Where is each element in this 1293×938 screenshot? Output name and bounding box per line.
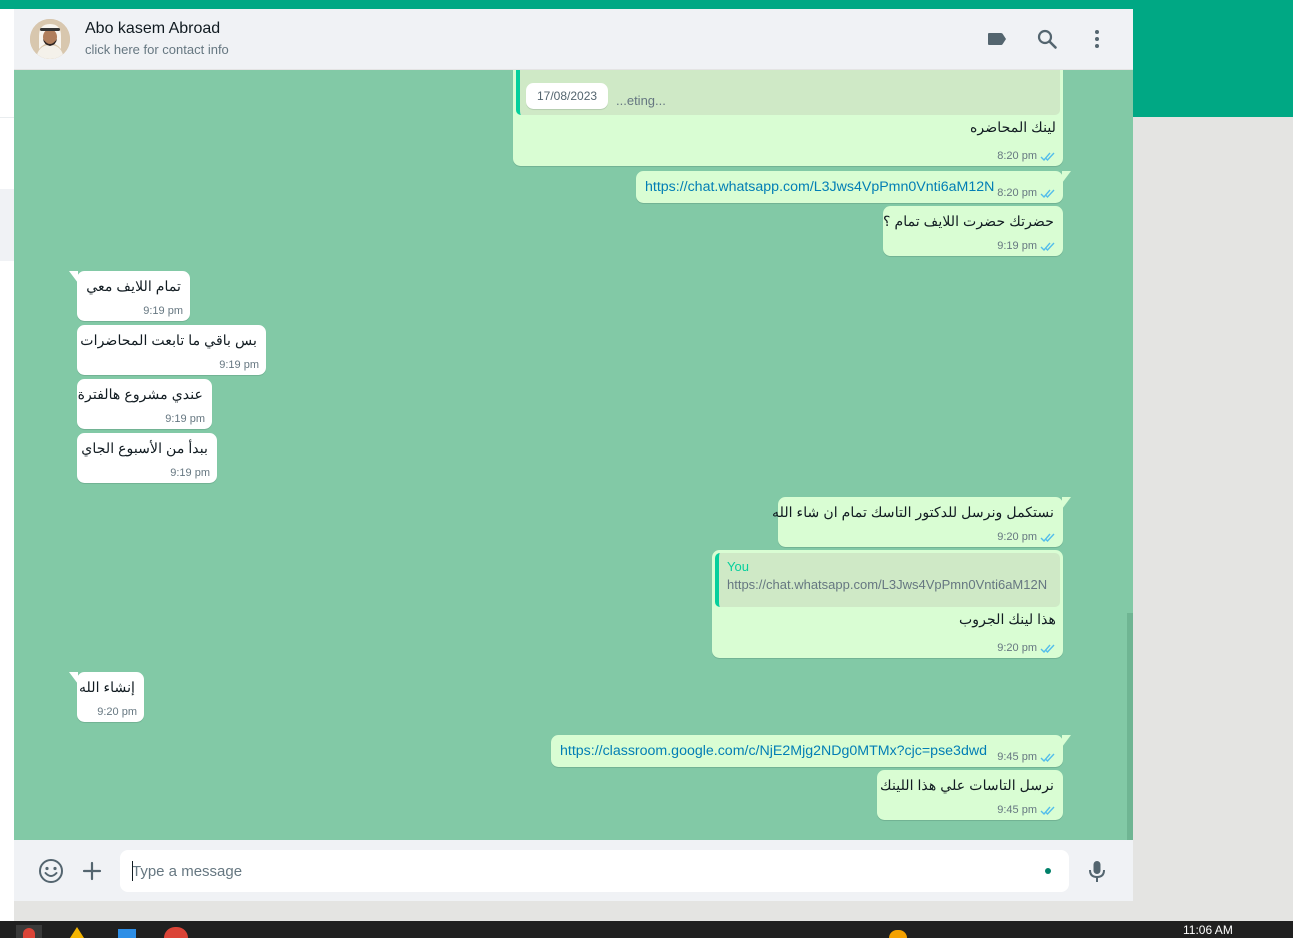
message-time: 9:19 pm xyxy=(165,413,205,425)
top-accent-bar xyxy=(0,0,1293,9)
message-meta: 9:20 pm xyxy=(97,706,137,718)
message-meta: 8:20 pm xyxy=(997,150,1056,162)
label-icon[interactable] xyxy=(985,27,1009,51)
menu-icon[interactable] xyxy=(1085,27,1109,51)
contact-info-hint[interactable]: click here for contact info xyxy=(85,42,229,57)
read-ticks-icon xyxy=(1040,152,1055,161)
chat-list-edge xyxy=(0,9,14,921)
message-meta: 9:45 pm xyxy=(997,751,1056,763)
read-ticks-icon xyxy=(1040,806,1055,815)
avatar[interactable] xyxy=(30,19,70,59)
message-bubble[interactable]: إنشاء الله 9:20 pm xyxy=(69,672,144,722)
message-time: 9:19 pm xyxy=(170,467,210,479)
input-indicator-dot xyxy=(1045,868,1051,874)
scrollbar-thumb[interactable] xyxy=(1127,613,1133,840)
quoted-text: https://chat.whatsapp.com/L3Jws4VpPmn0Vn… xyxy=(727,577,1048,592)
plus-icon[interactable] xyxy=(79,858,105,884)
contact-name[interactable]: Abo kasem Abroad xyxy=(85,20,220,38)
message-bubble[interactable]: نستكمل ونرسل للدكتور التاسك تمام ان شاء … xyxy=(772,497,1071,547)
read-ticks-icon xyxy=(1040,644,1055,653)
message-meta: 9:19 pm xyxy=(143,305,183,317)
message-time: 9:19 pm xyxy=(997,240,1037,252)
message-meta: 9:20 pm xyxy=(997,531,1056,543)
message-bubble[interactable]: https://chat.whatsapp.com/L3Jws4VpPmn0Vn… xyxy=(636,171,1071,203)
message-time: 9:19 pm xyxy=(219,359,259,371)
taskbar-app-chrome[interactable] xyxy=(16,925,42,938)
message-meta: 9:45 pm xyxy=(997,804,1056,816)
quoted-author: You xyxy=(727,559,749,574)
date-separator: 17/08/2023 xyxy=(526,83,609,109)
message-meta: 8:20 pm xyxy=(997,187,1056,199)
taskbar-app-icon[interactable] xyxy=(164,927,188,938)
read-ticks-icon xyxy=(1040,242,1055,251)
message-text: تمام اللايف معي xyxy=(86,279,181,295)
microphone-icon[interactable] xyxy=(1084,858,1110,884)
message-bubble[interactable]: حضرتك حضرت اللايف تمام ؟ 9:19 pm xyxy=(883,206,1063,256)
message-bubble[interactable]: عندي مشروع هالفترة 9:19 pm xyxy=(77,379,212,429)
message-input[interactable] xyxy=(120,850,1069,892)
taskbar-app-icon[interactable] xyxy=(70,927,84,938)
message-text: إنشاء الله xyxy=(78,680,135,696)
message-meta: 9:20 pm xyxy=(997,642,1056,654)
message-time: 9:20 pm xyxy=(97,706,137,718)
text-caret xyxy=(132,861,133,881)
message-bubble[interactable]: نرسل التاسات علي هذا اللينك 9:45 pm xyxy=(877,770,1063,820)
taskbar-clock[interactable]: 11:06 AM xyxy=(1183,923,1233,937)
message-meta: 9:19 pm xyxy=(170,467,210,479)
side-accent-panel xyxy=(1133,9,1293,117)
message-link[interactable]: https://classroom.google.com/c/NjE2Mjg2N… xyxy=(560,742,1054,761)
message-text: نرسل التاسات علي هذا اللينك xyxy=(880,778,1054,794)
message-bubble[interactable]: تمام اللايف معي 9:19 pm xyxy=(69,271,190,321)
message-bubble[interactable]: بس باقي ما تابعت المحاضرات 9:19 pm xyxy=(77,325,266,375)
message-time: 8:20 pm xyxy=(997,187,1037,199)
message-time: 9:45 pm xyxy=(997,751,1037,763)
message-time: 9:20 pm xyxy=(997,531,1037,543)
message-meta: 9:19 pm xyxy=(165,413,205,425)
message-link[interactable]: https://chat.whatsapp.com/L3Jws4VpPmn0Vn… xyxy=(645,178,1054,197)
read-ticks-icon xyxy=(1040,189,1055,198)
message-text: عندي مشروع هالفترة xyxy=(77,387,203,403)
message-text: نستكمل ونرسل للدكتور التاسك تمام ان شاء … xyxy=(772,505,1054,521)
taskbar-app-icon[interactable] xyxy=(118,929,136,938)
conversation-header[interactable]: Abo kasem Abroad click here for contact … xyxy=(14,9,1133,70)
read-ticks-icon xyxy=(1040,533,1055,542)
quoted-text: ...eting... xyxy=(616,93,666,108)
message-text: بس باقي ما تابعت المحاضرات xyxy=(80,333,257,349)
read-ticks-icon xyxy=(1040,753,1055,762)
message-bubble[interactable]: ببدأ من الأسبوع الجاي 9:19 pm xyxy=(77,433,217,483)
message-composer xyxy=(14,840,1133,901)
message-time: 9:45 pm xyxy=(997,804,1037,816)
message-time: 8:20 pm xyxy=(997,150,1037,162)
weather-icon[interactable] xyxy=(889,930,907,938)
message-text: لينك المحاضره xyxy=(969,120,1056,136)
message-time: 9:19 pm xyxy=(143,305,183,317)
emoji-icon[interactable] xyxy=(38,858,64,884)
os-taskbar: 11:06 AM xyxy=(0,921,1293,938)
message-text: حضرتك حضرت اللايف تمام ؟ xyxy=(883,214,1054,230)
message-bubble[interactable]: https://classroom.google.com/c/NjE2Mjg2N… xyxy=(551,735,1071,767)
message-time: 9:20 pm xyxy=(997,642,1037,654)
message-meta: 9:19 pm xyxy=(997,240,1056,252)
search-icon[interactable] xyxy=(1035,27,1059,51)
message-text: ببدأ من الأسبوع الجاي xyxy=(81,441,208,457)
message-meta: 9:19 pm xyxy=(219,359,259,371)
quoted-message[interactable]: You https://chat.whatsapp.com/L3Jws4VpPm… xyxy=(715,553,1060,607)
whatsapp-conversation: Abo kasem Abroad click here for contact … xyxy=(14,9,1133,901)
message-bubble[interactable]: You https://chat.whatsapp.com/L3Jws4VpPm… xyxy=(712,550,1063,658)
message-area[interactable]: ...eting... لينك المحاضره 8:20 pm 17/08/… xyxy=(14,70,1133,840)
message-text: هذا لينك الجروب xyxy=(958,612,1056,628)
